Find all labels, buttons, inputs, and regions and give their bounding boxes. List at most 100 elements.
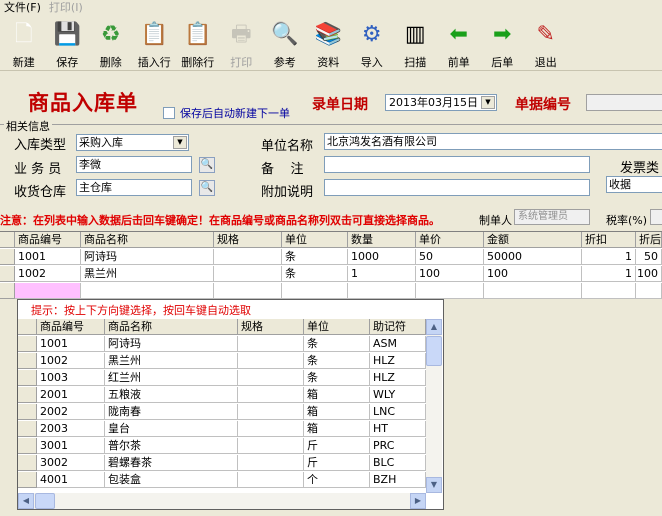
chevron-down-icon[interactable]: ▼ [481, 96, 495, 109]
vertical-scrollbar[interactable]: ▲ ▼ [426, 319, 442, 493]
popup-cell[interactable]: 阿诗玛 [105, 336, 238, 352]
popup-cell[interactable] [238, 336, 304, 352]
new-button[interactable]: 🗋 新建 [2, 17, 46, 71]
popup-column-header[interactable]: 规格 [238, 319, 304, 335]
data-button[interactable]: 📚 资料 [307, 17, 351, 71]
scroll-thumb[interactable] [35, 493, 55, 509]
popup-cell[interactable]: LNC [370, 404, 426, 420]
popup-cell[interactable]: 1001 [37, 336, 105, 352]
grid-cell[interactable]: 条 [282, 266, 348, 282]
popup-cell[interactable]: 普尔茶 [105, 438, 238, 454]
popup-cell[interactable]: 3001 [37, 438, 105, 454]
popup-cell[interactable] [238, 370, 304, 386]
grid-column-header[interactable]: 数量 [348, 232, 416, 248]
grid-cell[interactable]: 条 [282, 249, 348, 265]
popup-cell[interactable]: 2003 [37, 421, 105, 437]
warehouse-input[interactable]: 主仓库 [76, 179, 192, 196]
popup-row-header[interactable] [18, 387, 37, 403]
scroll-down-icon[interactable]: ▼ [426, 477, 442, 493]
row-header[interactable] [0, 283, 15, 299]
popup-cell[interactable]: 条 [304, 336, 370, 352]
popup-cell[interactable]: 2002 [37, 404, 105, 420]
grid-cell[interactable] [416, 283, 484, 299]
scroll-left-icon[interactable]: ◀ [18, 493, 34, 509]
popup-cell[interactable]: 斤 [304, 438, 370, 454]
remark-input[interactable] [324, 156, 590, 173]
extra-input[interactable] [324, 179, 590, 196]
popup-cell[interactable]: 2001 [37, 387, 105, 403]
popup-cell[interactable] [238, 472, 304, 488]
popup-cell[interactable]: 1003 [37, 370, 105, 386]
popup-cell[interactable]: 黑兰州 [105, 353, 238, 369]
document-number-field[interactable] [586, 94, 662, 111]
popup-column-header[interactable]: 商品编号 [37, 319, 105, 335]
grid-cell[interactable] [214, 283, 282, 299]
grid-column-header[interactable]: 金额 [484, 232, 582, 248]
grid-cell[interactable]: 阿诗玛 [81, 249, 214, 265]
exit-button[interactable]: ✎ 退出 [524, 17, 568, 71]
popup-cell[interactable]: 碧螺春茶 [105, 455, 238, 471]
popup-cell[interactable]: 4001 [37, 472, 105, 488]
popup-cell[interactable]: 箱 [304, 387, 370, 403]
grid-cell[interactable]: 50000 [484, 249, 582, 265]
popup-cell[interactable]: BZH [370, 472, 426, 488]
grid-cell[interactable]: 1000 [348, 249, 416, 265]
grid-cell[interactable]: 100 [636, 266, 662, 282]
prev-button[interactable]: ⬅ 前单 [437, 17, 481, 71]
popup-cell[interactable] [238, 353, 304, 369]
company-input[interactable]: 北京鸿发名酒有限公司 [324, 133, 662, 150]
active-cell[interactable] [15, 283, 81, 299]
auto-new-checkbox[interactable]: 保存后自动新建下一单 [163, 105, 290, 121]
popup-column-header[interactable]: 助记符 [370, 319, 426, 335]
row-header[interactable] [0, 266, 15, 282]
popup-cell[interactable]: 箱 [304, 421, 370, 437]
delete-button[interactable]: ♻ 删除 [89, 17, 133, 71]
grid-cell[interactable]: 1 [348, 266, 416, 282]
popup-column-header[interactable]: 商品名称 [105, 319, 238, 335]
popup-cell[interactable]: 包装盒 [105, 472, 238, 488]
grid-column-header[interactable]: 单位 [282, 232, 348, 248]
search-icon[interactable]: 🔍 [199, 180, 215, 196]
grid-cell[interactable] [484, 283, 582, 299]
popup-cell[interactable]: 皇台 [105, 421, 238, 437]
date-picker[interactable]: 2013年03月15日 ▼ [385, 94, 497, 111]
popup-cell[interactable]: 陇南春 [105, 404, 238, 420]
grid-cell[interactable] [348, 283, 416, 299]
type-select[interactable]: 采购入库 ▼ [76, 134, 189, 151]
menu-file[interactable]: 文件(F) [2, 1, 47, 15]
popup-row-header[interactable] [18, 438, 37, 454]
chevron-down-icon[interactable]: ▼ [173, 136, 187, 149]
grid-cell[interactable]: 1002 [15, 266, 81, 282]
popup-row-header[interactable] [18, 353, 37, 369]
row-header[interactable] [0, 249, 15, 265]
popup-cell[interactable]: 3002 [37, 455, 105, 471]
grid-cell[interactable]: 100 [484, 266, 582, 282]
grid-cell[interactable] [81, 283, 214, 299]
grid-cell[interactable]: 100 [416, 266, 484, 282]
grid-column-header[interactable]: 折后 [636, 232, 662, 248]
grid-cell[interactable] [636, 283, 662, 299]
grid-cell[interactable] [214, 249, 282, 265]
popup-cell[interactable]: WLY [370, 387, 426, 403]
popup-row-header[interactable] [18, 370, 37, 386]
popup-cell[interactable]: 条 [304, 353, 370, 369]
delete-row-button[interactable]: 📋 删除行 [176, 17, 220, 71]
popup-cell[interactable] [238, 455, 304, 471]
popup-cell[interactable]: BLC [370, 455, 426, 471]
popup-cell[interactable] [238, 438, 304, 454]
grid-column-header[interactable]: 商品编号 [15, 232, 81, 248]
grid-cell[interactable]: 1 [582, 249, 636, 265]
grid-cell[interactable] [582, 283, 636, 299]
insert-row-button[interactable]: 📋 插入行 [133, 17, 177, 71]
grid-column-header[interactable]: 规格 [214, 232, 282, 248]
popup-cell[interactable]: ASM [370, 336, 426, 352]
popup-cell[interactable] [238, 421, 304, 437]
popup-cell[interactable]: 五粮液 [105, 387, 238, 403]
popup-row-header[interactable] [18, 336, 37, 352]
scan-button[interactable]: ▥ 扫描 [394, 17, 438, 71]
reference-button[interactable]: 🔍 参考 [263, 17, 307, 71]
grid-cell[interactable]: 50 [416, 249, 484, 265]
popup-cell[interactable]: PRC [370, 438, 426, 454]
next-button[interactable]: ➡ 后单 [481, 17, 525, 71]
menu-print[interactable]: 打印(I) [47, 1, 89, 15]
